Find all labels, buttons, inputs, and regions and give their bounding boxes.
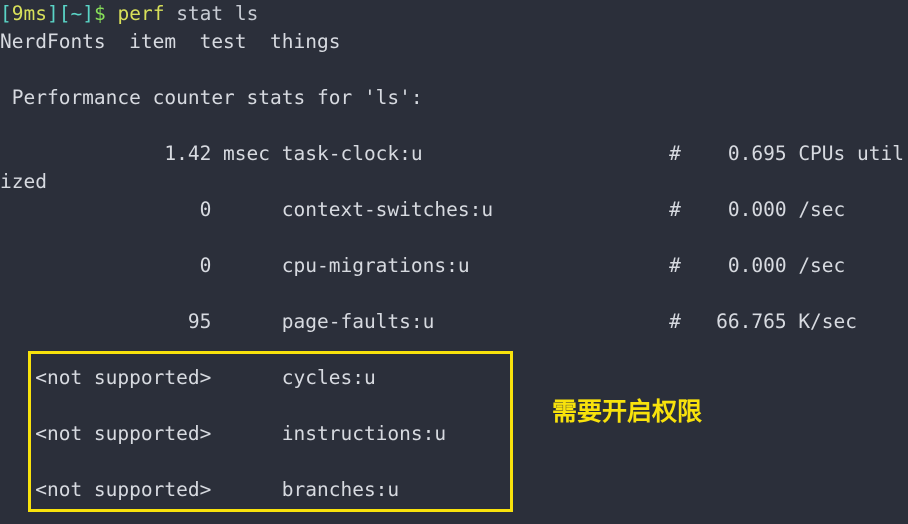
blank-line-2 [0, 112, 908, 140]
prompt-dollar-symbol: $ [93, 2, 106, 25]
blank-line-7 [0, 448, 908, 476]
prompt-close-bracket-2: ] [82, 2, 94, 25]
blank-line-4 [0, 280, 908, 308]
stat-line-task-clock-wrap: ized [0, 170, 47, 193]
prompt-command: perf [117, 2, 165, 25]
terminal-output-text: [9ms][~]$ perf stat ls NerdFonts item tes… [0, 0, 908, 504]
prompt-open-bracket-1: [ [0, 2, 12, 25]
prompt-duration: 9ms [11, 2, 47, 25]
stat-line-task-clock: 1.42 msec task-clock:u # 0.695 CPUs util [0, 142, 904, 165]
prompt-cwd: ~ [70, 2, 83, 25]
terminal-window[interactable]: [9ms][~]$ perf stat ls NerdFonts item tes… [0, 0, 908, 524]
stats-header-line: Performance counter stats for 'ls': [0, 86, 423, 109]
stat-line-cycles: <not supported> cycles:u [0, 366, 376, 389]
stat-line-branches: <not supported> branches:u [0, 478, 400, 501]
prompt-line: [9ms][~]$ perf stat ls [0, 0, 908, 28]
blank-line-3 [0, 224, 908, 252]
prompt-command-args: stat ls [164, 2, 259, 25]
prompt-open-bracket-2: [ [58, 2, 71, 25]
annotation-text: 需要开启权限 [552, 397, 703, 426]
stat-line-page-faults: 95 page-faults:u # 66.765 K/sec [0, 310, 858, 333]
blank-line-5 [0, 336, 908, 364]
prompt-close-bracket-1: ] [46, 2, 59, 25]
ls-output-line: NerdFonts item test things [0, 30, 341, 53]
stat-line-instructions: <not supported> instructions:u [0, 422, 447, 445]
blank-line-1 [0, 56, 908, 84]
blank-line-6 [0, 392, 908, 420]
stat-line-context-switches: 0 context-switches:u # 0.000 /sec [0, 198, 846, 221]
stat-line-cpu-migrations: 0 cpu-migrations:u # 0.000 /sec [0, 254, 846, 277]
